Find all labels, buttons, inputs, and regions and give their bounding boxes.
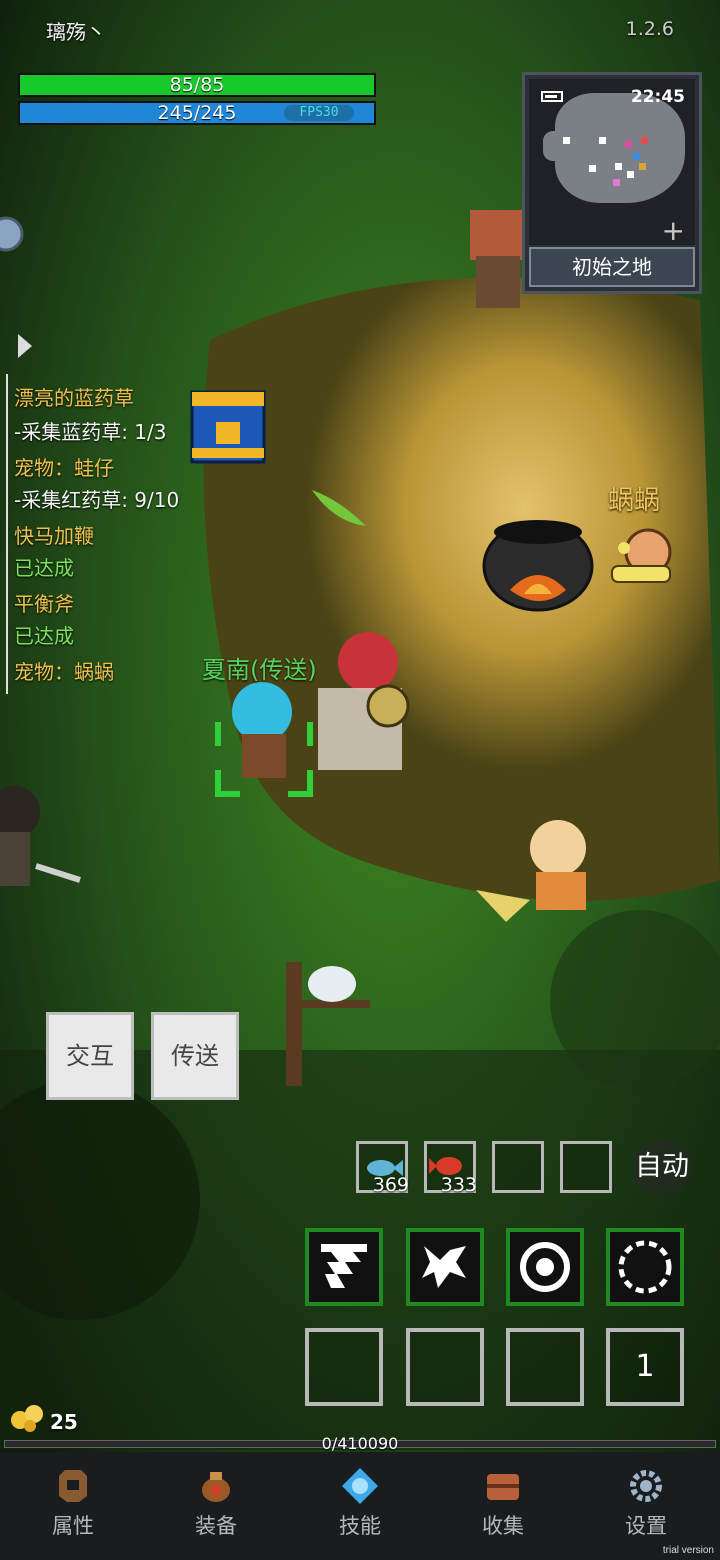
compass-icon[interactable] bbox=[0, 216, 24, 252]
quest-progress: -采集蓝药草: 1/3 bbox=[14, 420, 167, 444]
helmet-icon bbox=[59, 1470, 87, 1502]
gold-coins-icon bbox=[11, 1405, 43, 1432]
exp-text: 0/410090 bbox=[321, 1434, 399, 1453]
npc-name-label: 夏南(传送) bbox=[202, 656, 317, 684]
chest-icon bbox=[487, 1474, 519, 1500]
quest-progress: -采集红药草: 9/10 bbox=[14, 488, 180, 512]
quest-status: 已达成 bbox=[14, 624, 74, 648]
quest-title[interactable]: 快马加鞭 bbox=[14, 520, 94, 549]
snail-name-label: 蜗蜗 bbox=[608, 486, 661, 516]
mp-bar: 245/245 FPS30 bbox=[18, 101, 376, 125]
plus-icon[interactable]: + bbox=[662, 217, 685, 245]
quest-title[interactable]: 宠物：蛙仔 bbox=[14, 452, 114, 481]
skill-rune-3-icon bbox=[520, 1242, 570, 1292]
map-name: 初始之地 bbox=[529, 247, 695, 287]
nav-skills[interactable]: 技能 bbox=[320, 1466, 400, 1540]
nav-label: 收集 bbox=[482, 1514, 524, 1538]
item-slot-red-fish[interactable]: 333 bbox=[424, 1141, 477, 1196]
quest-tracker[interactable]: 漂亮的蓝药草 -采集蓝药草: 1/3 宠物：蛙仔 -采集红药草: 9/10 快马… bbox=[0, 374, 200, 694]
skill-rune-4-icon bbox=[618, 1240, 672, 1294]
auto-button[interactable]: 自动 bbox=[632, 1140, 692, 1194]
nav-collection[interactable]: 收集 bbox=[463, 1466, 543, 1540]
nav-equipment[interactable]: 装备 bbox=[176, 1466, 256, 1540]
skill-page-button[interactable]: 1 bbox=[606, 1328, 684, 1406]
nav-attributes[interactable]: 属性 bbox=[33, 1466, 113, 1540]
bottom-nav: 属性 装备 技能 收集 设置 trial version bbox=[0, 1452, 720, 1560]
skill-page-number: 1 bbox=[635, 1349, 655, 1384]
interact-button[interactable]: 交互 bbox=[46, 1012, 134, 1100]
player-name: 璃殇丶 bbox=[46, 20, 106, 44]
skill-slot-3[interactable] bbox=[506, 1228, 584, 1306]
gear-icon bbox=[630, 1470, 662, 1502]
hp-text: 85/85 bbox=[169, 74, 225, 96]
gold-count: 25 bbox=[50, 1410, 78, 1434]
cauldron[interactable] bbox=[482, 520, 594, 612]
minimap[interactable]: 22:45 + 初始之地 bbox=[522, 72, 702, 294]
minimap-view[interactable]: 22:45 + bbox=[529, 79, 695, 245]
item-slot-blue-fish[interactable]: 369 bbox=[356, 1141, 409, 1196]
skill-slot-empty[interactable] bbox=[305, 1328, 383, 1406]
item-slot-empty[interactable] bbox=[560, 1141, 612, 1193]
quest-status: 已达成 bbox=[14, 556, 74, 580]
skill-slot-empty[interactable] bbox=[406, 1328, 484, 1406]
warrior-npc[interactable] bbox=[470, 210, 524, 308]
item-slot-empty[interactable] bbox=[492, 1141, 544, 1193]
crystal-icon bbox=[342, 1468, 378, 1504]
skill-rune-1-icon bbox=[321, 1244, 367, 1288]
fps-badge: FPS30 bbox=[284, 105, 354, 121]
expand-arrow-icon[interactable] bbox=[18, 334, 32, 358]
hp-bar: 85/85 bbox=[18, 73, 376, 97]
nav-settings[interactable]: 设置 bbox=[606, 1466, 686, 1540]
version-label: 1.2.6 bbox=[625, 18, 674, 40]
teleport-button[interactable]: 传送 bbox=[151, 1012, 239, 1100]
nav-label: 装备 bbox=[195, 1514, 237, 1538]
treasure-chest[interactable] bbox=[190, 390, 266, 464]
nav-label: 技能 bbox=[339, 1514, 381, 1538]
bag-icon bbox=[202, 1472, 230, 1502]
skill-slot-2[interactable] bbox=[406, 1228, 484, 1306]
nav-label: 设置 bbox=[625, 1514, 667, 1538]
battery-icon bbox=[541, 91, 563, 102]
skill-slot-4[interactable] bbox=[606, 1228, 684, 1306]
item-count: 369 bbox=[372, 1174, 409, 1196]
item-count: 333 bbox=[440, 1174, 477, 1196]
clock: 22:45 bbox=[630, 87, 685, 107]
quest-title[interactable]: 平衡斧 bbox=[14, 588, 74, 617]
skill-slot-empty[interactable] bbox=[506, 1328, 584, 1406]
quest-title[interactable]: 漂亮的蓝药草 bbox=[14, 382, 134, 411]
skill-slot-1[interactable] bbox=[305, 1228, 383, 1306]
quest-divider bbox=[6, 374, 8, 694]
nav-label: 属性 bbox=[52, 1514, 94, 1538]
skill-rune-2-icon bbox=[422, 1246, 466, 1288]
watermark: trial version bbox=[662, 1545, 714, 1556]
quest-title[interactable]: 宠物：蜗蜗 bbox=[14, 656, 114, 685]
